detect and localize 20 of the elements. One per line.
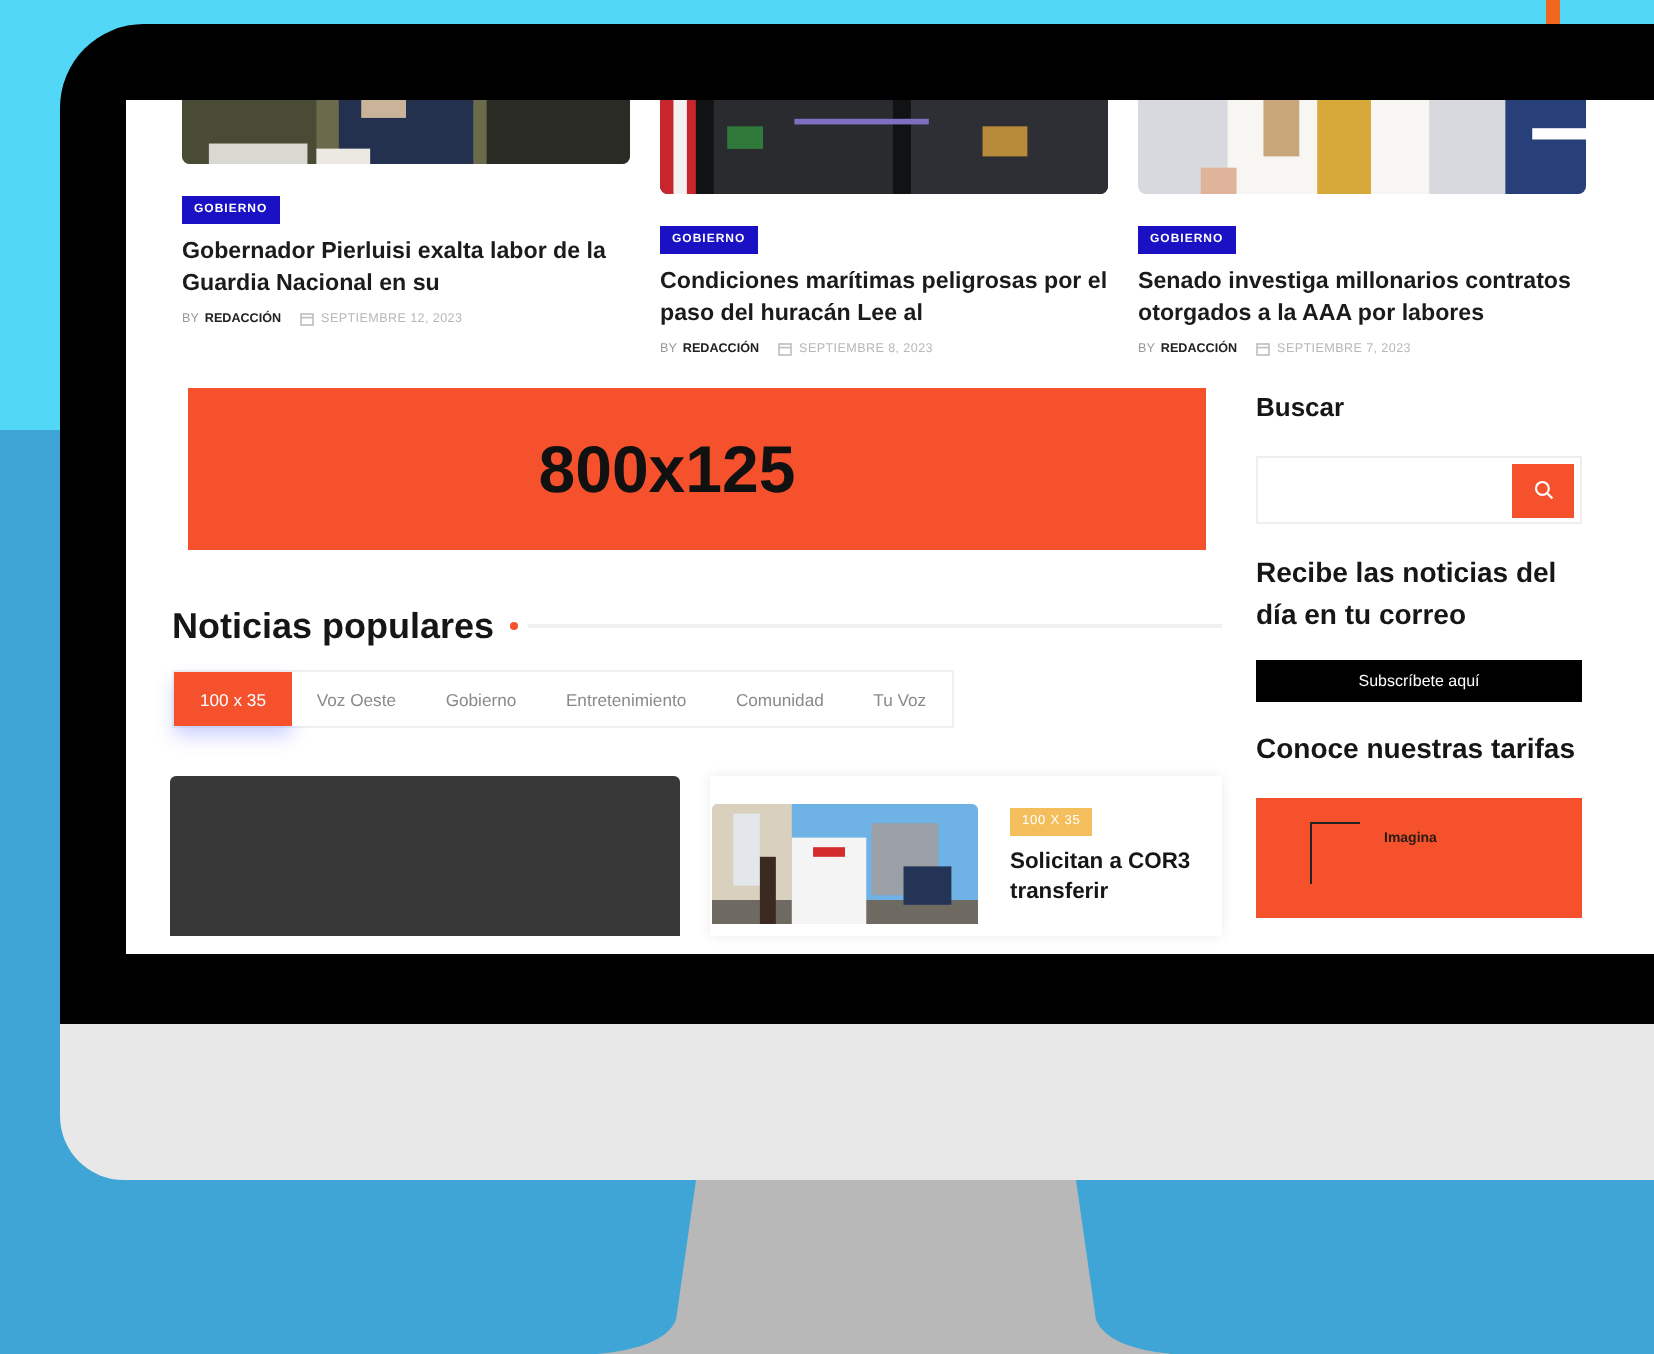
article-title[interactable]: Gobernador Pierluisi exalta labor de la Guardia Nacional en su (182, 236, 630, 300)
story-title[interactable]: Solicitan a COR3 transferir (1010, 848, 1218, 908)
widget-heading: Buscar (1256, 392, 1345, 424)
widget-heading: Conoce nuestras tarifas (1256, 730, 1575, 768)
search-icon (1533, 480, 1553, 500)
widget-heading: Recibe las noticias del día en tu correo (1256, 554, 1559, 634)
accent-bar (1546, 0, 1560, 24)
calendar-icon (1255, 342, 1270, 356)
heading-dot (510, 622, 519, 630)
ad-banner[interactable]: 800x125 (188, 388, 1206, 550)
calendar-icon (299, 312, 314, 326)
calendar-icon (777, 342, 792, 356)
subscribe-button[interactable]: Subscríbete aquí (1256, 660, 1582, 702)
section-heading: Noticias populares (172, 604, 495, 650)
corner-mark (1310, 822, 1360, 884)
search-button[interactable] (1512, 463, 1574, 517)
ad-banner-text: 800x125 (538, 431, 796, 507)
search-field[interactable] (1256, 456, 1582, 524)
article-title[interactable]: Condiciones marítimas peligrosas por el paso del huracán Lee al (660, 266, 1108, 330)
article-title[interactable]: Senado investiga millonarios contratos otorgados a la AAA por labores (1138, 266, 1586, 330)
